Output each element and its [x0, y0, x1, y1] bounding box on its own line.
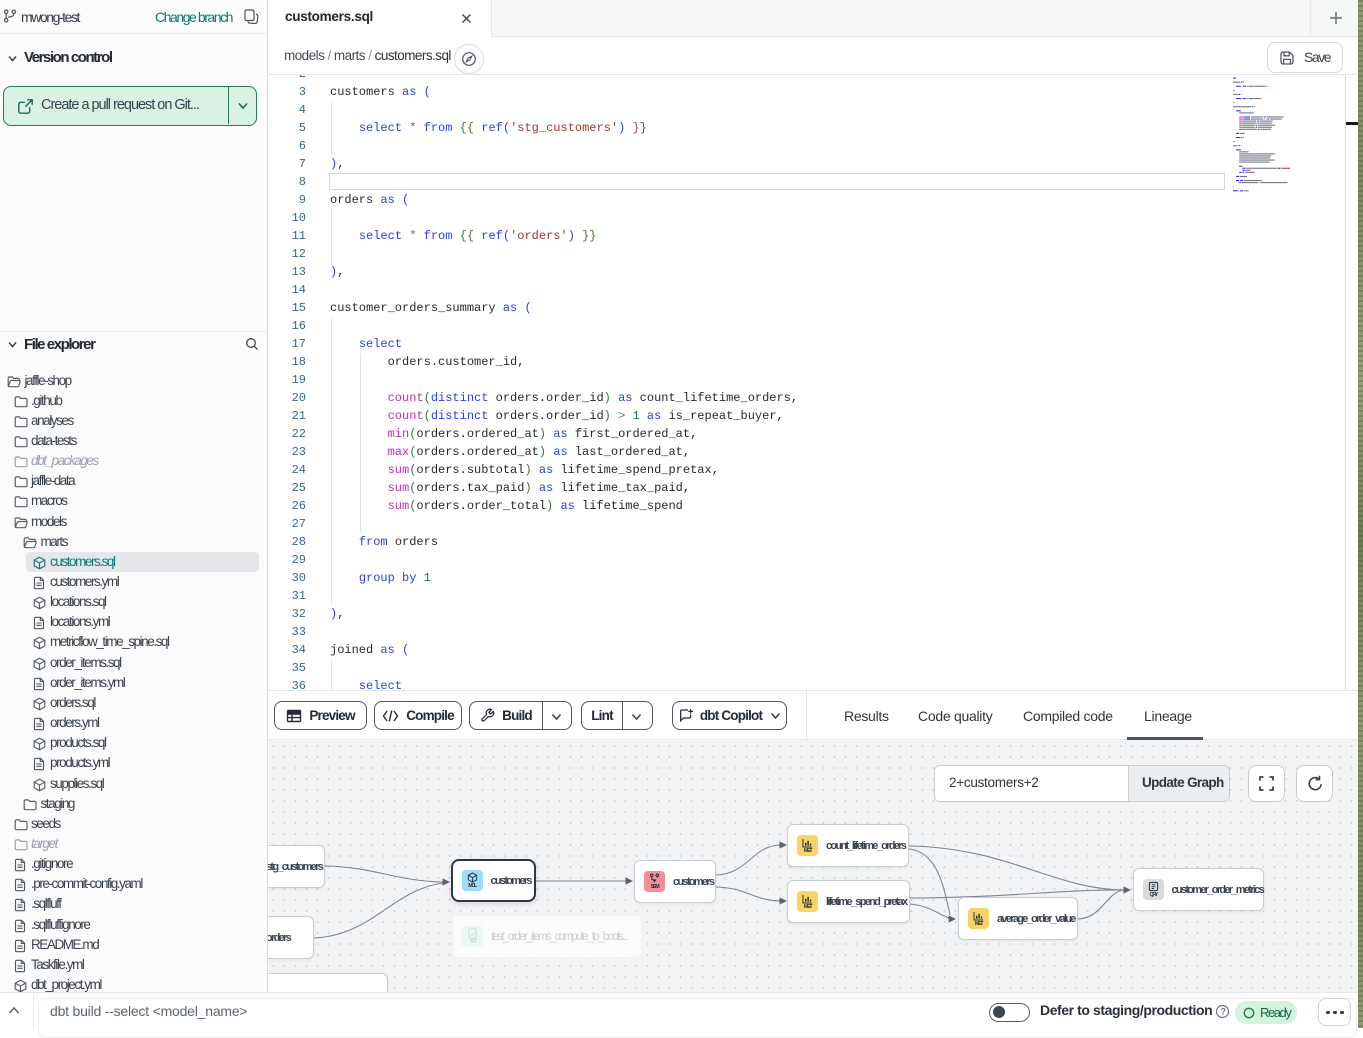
svg-text:?: ? — [1220, 1007, 1225, 1017]
